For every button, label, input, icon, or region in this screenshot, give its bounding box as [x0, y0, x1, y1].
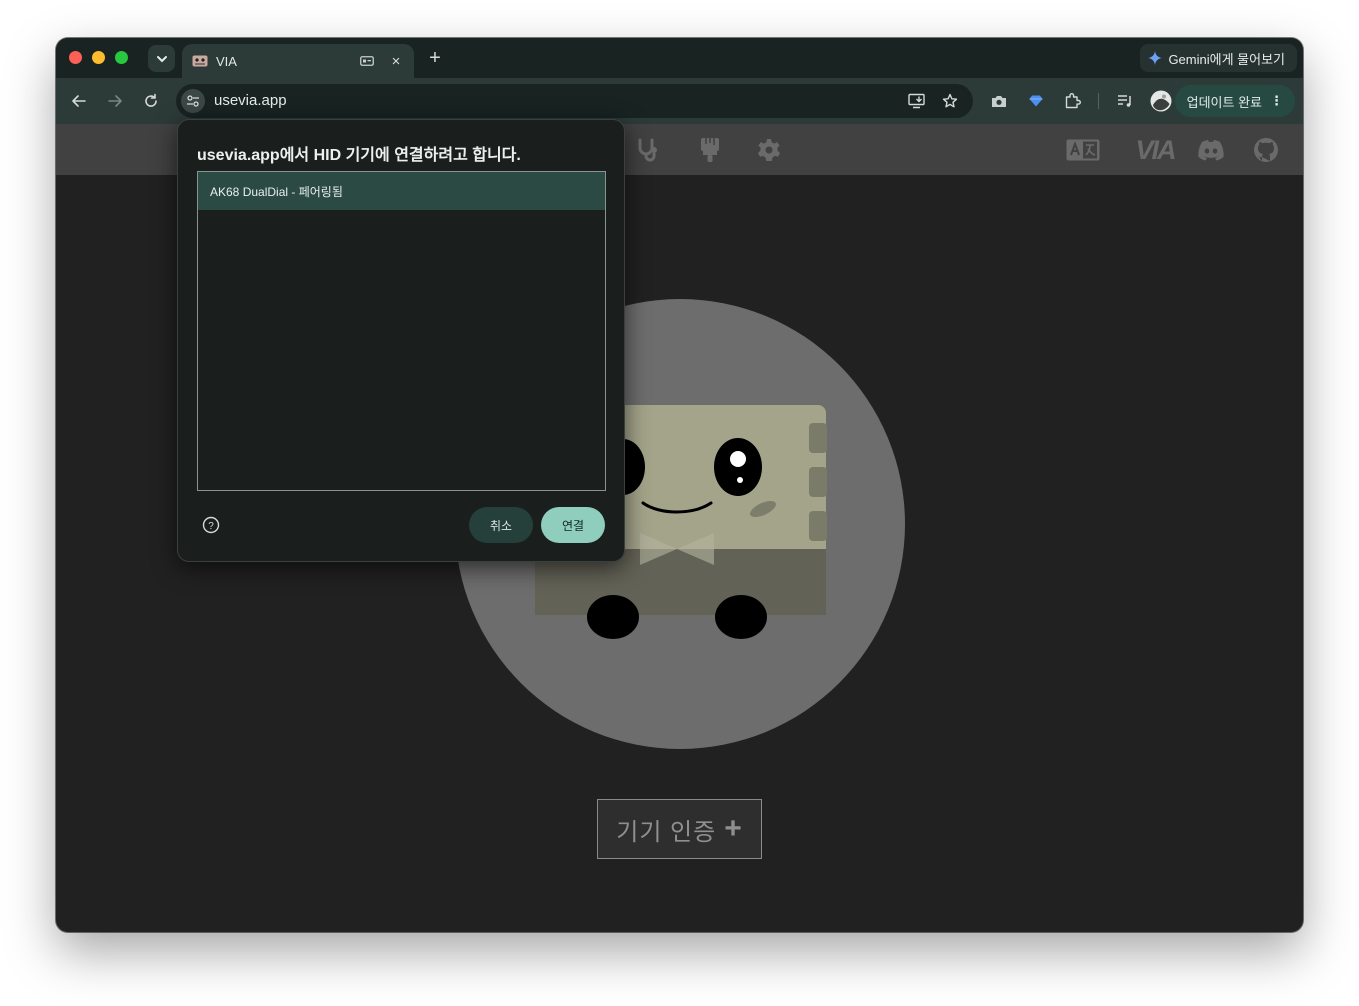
- reading-list-button[interactable]: [1113, 89, 1137, 113]
- translate-icon: [1066, 139, 1100, 161]
- bookmark-button[interactable]: [938, 89, 962, 113]
- via-favicon-icon: [192, 55, 208, 67]
- profile-avatar-button[interactable]: [1149, 89, 1173, 113]
- diamond-icon: [1029, 95, 1043, 107]
- avatar-icon: [1150, 90, 1172, 112]
- tab-title: VIA: [216, 53, 237, 69]
- site-info-button[interactable]: [181, 89, 205, 113]
- tab-via[interactable]: VIA ×: [182, 44, 414, 78]
- update-complete-button[interactable]: 업데이트 완료 ⋮: [1174, 85, 1295, 117]
- media-indicator-icon[interactable]: [360, 54, 378, 68]
- settings-tab[interactable]: [755, 136, 783, 164]
- puzzle-icon: [1065, 93, 1081, 109]
- hid-device-chooser-dialog: usevia.app에서 HID 기기에 연결하려고 합니다. AK68 Dua…: [177, 119, 625, 562]
- help-icon[interactable]: ?: [202, 516, 220, 534]
- menu-kebab-icon: ⋮: [1270, 93, 1283, 108]
- url-text[interactable]: usevia.app: [214, 92, 287, 109]
- toolbar-divider: [1098, 93, 1099, 109]
- discord-link[interactable]: [1197, 136, 1225, 164]
- browser-toolbar: usevia.app 업데이트 완료 ⋮: [56, 78, 1303, 124]
- design-tab[interactable]: [696, 136, 724, 164]
- authorize-device-button[interactable]: 기기 인증 +: [597, 799, 762, 859]
- tab-strip: VIA × + Gemini에게 물어보기: [56, 38, 1303, 78]
- gear-icon: [758, 139, 780, 161]
- brush-icon: [701, 138, 719, 162]
- install-icon: [908, 93, 925, 109]
- github-icon: [1254, 138, 1278, 162]
- cancel-button[interactable]: 취소: [469, 507, 533, 543]
- install-app-button[interactable]: [905, 89, 929, 113]
- address-bar[interactable]: usevia.app: [176, 84, 973, 118]
- update-label: 업데이트 완료: [1186, 94, 1262, 110]
- debug-tab[interactable]: [635, 136, 663, 164]
- reload-icon: [145, 93, 157, 107]
- device-list: AK68 DualDial - 페어링됨: [197, 171, 606, 491]
- new-tab-button[interactable]: +: [424, 47, 446, 69]
- authorize-device-label: 기기 인증: [616, 818, 717, 846]
- gemini-label: Gemini에게 물어보기: [1168, 51, 1285, 67]
- stethoscope-icon: [638, 138, 657, 162]
- gemini-sparkle-icon: [1148, 51, 1163, 65]
- screenshot-extension-button[interactable]: [987, 89, 1011, 113]
- window-close-button[interactable]: [69, 51, 82, 64]
- window-maximize-button[interactable]: [115, 51, 128, 64]
- connect-button[interactable]: 연결: [541, 507, 605, 543]
- dialog-title: usevia.app에서 HID 기기에 연결하려고 합니다.: [197, 147, 521, 164]
- arrow-right-icon: [108, 95, 122, 107]
- playlist-icon: [1118, 95, 1131, 107]
- github-link[interactable]: [1252, 136, 1280, 164]
- arrow-left-icon: [72, 95, 86, 107]
- device-list-item[interactable]: AK68 DualDial - 페어링됨: [198, 172, 605, 210]
- reload-button[interactable]: [139, 89, 163, 113]
- gem-extension-button[interactable]: [1024, 89, 1048, 113]
- tab-close-button[interactable]: ×: [388, 53, 404, 70]
- tune-icon: [187, 95, 199, 107]
- camera-icon: [992, 96, 1006, 107]
- star-icon: [942, 93, 958, 108]
- extensions-button[interactable]: [1061, 89, 1085, 113]
- via-home-link[interactable]: VIA: [1132, 134, 1178, 165]
- via-logo: VIA: [1135, 134, 1176, 165]
- forward-button[interactable]: [103, 89, 127, 113]
- chevron-down-icon: [156, 55, 167, 62]
- tab-search-button[interactable]: [148, 45, 175, 72]
- back-button[interactable]: [67, 89, 91, 113]
- help-glyph: ?: [208, 521, 214, 532]
- gemini-button[interactable]: Gemini에게 물어보기: [1140, 44, 1297, 72]
- browser-window: VIA × + Gemini에게 물어보기 usevia.app 업데이트 완료…: [56, 38, 1303, 932]
- discord-icon: [1198, 140, 1224, 161]
- window-minimize-button[interactable]: [92, 51, 105, 64]
- plus-icon: +: [724, 812, 743, 845]
- language-button[interactable]: [1066, 136, 1100, 164]
